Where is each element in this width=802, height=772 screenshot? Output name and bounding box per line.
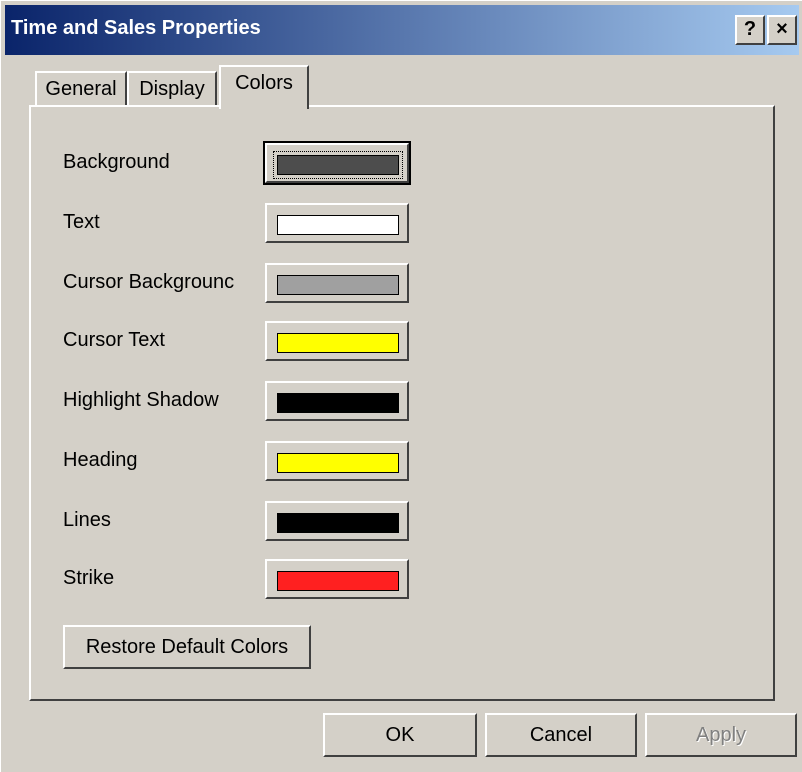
lines-swatch	[277, 513, 399, 533]
background-label: Background	[63, 151, 170, 173]
close-button[interactable]: ×	[767, 15, 797, 45]
apply-label: Apply	[695, 724, 747, 746]
title-bar[interactable]: Time and Sales Properties ? ×	[5, 5, 799, 55]
cursor-text-swatch	[277, 333, 399, 353]
apply-button[interactable]: Apply	[645, 713, 797, 757]
lines-label: Lines	[63, 509, 111, 531]
help-icon: ?	[743, 18, 757, 40]
tab-display[interactable]: Display	[127, 71, 217, 107]
properties-dialog: Time and Sales Properties ? × General Di…	[0, 0, 802, 772]
heading-color-button[interactable]	[265, 441, 409, 481]
cursor-background-label: Cursor Backgrounc	[63, 271, 235, 293]
lines-color-button[interactable]	[265, 501, 409, 541]
cancel-button[interactable]: Cancel	[485, 713, 637, 757]
strike-label: Strike	[63, 567, 115, 589]
restore-default-colors-button[interactable]: Restore Default Colors	[63, 625, 311, 669]
tab-display-label: Display	[139, 78, 205, 100]
background-swatch	[277, 155, 399, 175]
highlight-shadow-label: Highlight Shadow	[63, 389, 219, 411]
cancel-label: Cancel	[529, 724, 593, 746]
ok-button[interactable]: OK	[323, 713, 477, 757]
cursor-background-swatch	[277, 275, 399, 295]
tab-general[interactable]: General	[35, 71, 127, 107]
ok-label: OK	[385, 724, 415, 746]
background-color-button[interactable]	[263, 141, 411, 185]
highlight-shadow-swatch	[277, 393, 399, 413]
strike-swatch	[277, 571, 399, 591]
heading-swatch	[277, 453, 399, 473]
colors-panel: Background Text Cursor Backgrounc Cursor…	[29, 105, 775, 701]
window-title: Time and Sales Properties	[11, 17, 261, 39]
text-label: Text	[63, 211, 100, 233]
tab-colors[interactable]: Colors	[219, 65, 309, 109]
cursor-text-label: Cursor Text	[63, 329, 165, 351]
cursor-background-color-button[interactable]	[265, 263, 409, 303]
heading-label: Heading	[63, 449, 138, 471]
strike-color-button[interactable]	[265, 559, 409, 599]
restore-default-colors-label: Restore Default Colors	[85, 636, 289, 658]
highlight-shadow-color-button[interactable]	[265, 381, 409, 421]
close-icon: ×	[776, 18, 788, 40]
help-button[interactable]: ?	[735, 15, 765, 45]
text-color-button[interactable]	[265, 203, 409, 243]
tab-general-label: General	[45, 78, 117, 100]
tab-colors-label: Colors	[235, 72, 293, 94]
text-swatch	[277, 215, 399, 235]
cursor-text-color-button[interactable]	[265, 321, 409, 361]
